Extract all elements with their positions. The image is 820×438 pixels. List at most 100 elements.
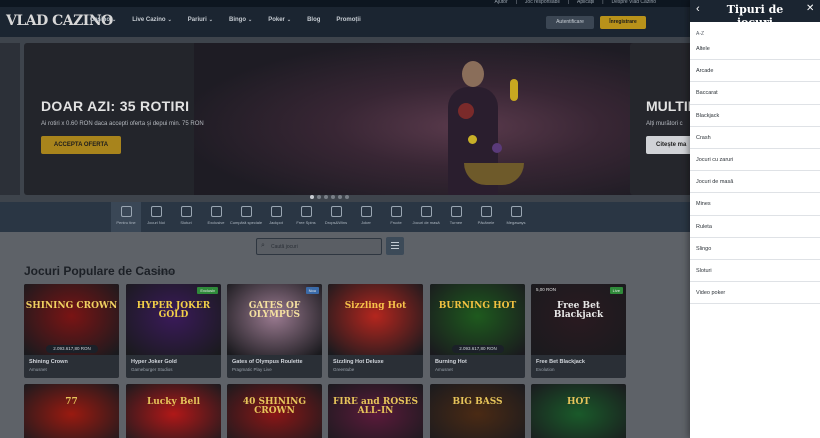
- game-card[interactable]: Lucky Bell: [126, 384, 221, 438]
- game-card[interactable]: BURNING HOT 2.093.617,80 RON Burning Hot Am…: [430, 284, 525, 378]
- game-card[interactable]: 40 SHINING CROWN: [227, 384, 322, 438]
- game-type-item[interactable]: Arcade: [690, 60, 820, 83]
- carousel-dot[interactable]: [317, 195, 321, 199]
- read-more-button[interactable]: Citește ma: [646, 136, 690, 154]
- game-type-item[interactable]: Ruleta: [690, 216, 820, 238]
- filter-button[interactable]: [386, 237, 404, 255]
- nav-item-casino[interactable]: Casino ⌄: [90, 17, 116, 23]
- nav-item-blog[interactable]: Blog: [307, 17, 320, 23]
- game-art-title: SHINING CROWN: [25, 301, 118, 311]
- next-banner[interactable]: MULTIPLE Alți murători c Citește ma: [630, 43, 690, 195]
- game-name: Gates of Olympus Roulette: [232, 359, 303, 365]
- chevron-down-icon: ⌄: [208, 17, 213, 23]
- game-card[interactable]: Sizzling Hot Sizzling Hot Deluxe Greentube: [328, 284, 423, 378]
- register-button[interactable]: Înregistrare: [600, 16, 646, 29]
- game-provider: Greentube: [333, 367, 355, 372]
- game-type-item[interactable]: Baccarat: [690, 82, 820, 105]
- category-label: Free Spins: [296, 220, 316, 225]
- utility-link[interactable]: Aplicații: [577, 0, 594, 5]
- game-card[interactable]: BIG BASS: [430, 384, 525, 438]
- drops-icon: [330, 206, 342, 217]
- category-label: Sloturi: [180, 220, 192, 225]
- carousel-dot[interactable]: [324, 195, 328, 199]
- category-exclusive[interactable]: Exclusive: [201, 202, 231, 232]
- category-turnee[interactable]: Turnee: [441, 202, 471, 232]
- game-type-item[interactable]: Mines: [690, 193, 820, 216]
- nav-item-poker[interactable]: Poker ⌄: [268, 17, 291, 23]
- close-icon[interactable]: ✕: [806, 3, 814, 14]
- carousel-dot[interactable]: [331, 195, 335, 199]
- game-provider: Gameburger Studios: [131, 367, 173, 372]
- game-type-item[interactable]: Video poker: [690, 282, 820, 305]
- game-type-item[interactable]: Slingo: [690, 238, 820, 260]
- joker-icon: [360, 206, 372, 217]
- main-nav: Casino ⌄ Live Cazino ⌄ Pariuri ⌄ Bingo ⌄ Poker ⌄ B…: [90, 17, 361, 23]
- game-card[interactable]: GATES OF OLYMPUS Nou Gates of Olympus Roul…: [227, 284, 322, 378]
- category-fructe[interactable]: Fructe: [381, 202, 411, 232]
- category-pentru-tine[interactable]: Pentru tine: [111, 202, 141, 232]
- nav-item-bingo[interactable]: Bingo ⌄: [229, 17, 252, 23]
- game-type-item[interactable]: Crash: [690, 127, 820, 149]
- accept-offer-button[interactable]: ACCEPTA OFERTA: [41, 136, 121, 154]
- game-type-item[interactable]: Altele: [690, 38, 820, 61]
- category-jocuri-de-mas-[interactable]: Jocuri de masă: [411, 202, 441, 232]
- category-drops-wins[interactable]: Drops&Wins: [321, 202, 351, 232]
- utility-link[interactable]: Ajutor: [495, 0, 508, 5]
- nav-label: Bingo: [228, 17, 246, 23]
- category-jackpot[interactable]: Jackpot: [261, 202, 291, 232]
- game-card[interactable]: HYPER JOKER GOLD Exclusiv Hyper Joker Gold…: [126, 284, 221, 378]
- nav-label: Poker: [268, 17, 285, 23]
- game-card[interactable]: SHINING CROWN 2.093.617,80 RON Shining Cro…: [24, 284, 119, 378]
- login-button[interactable]: Autentificare: [546, 16, 594, 29]
- previous-banner[interactable]: [0, 43, 20, 195]
- watermelon-icon: [458, 103, 474, 119]
- game-art-title: Sizzling Hot: [344, 301, 407, 311]
- nav-item-promoții[interactable]: Promoții: [336, 17, 360, 23]
- category-label: Turnee: [449, 220, 463, 225]
- carousel-dot[interactable]: [338, 195, 342, 199]
- nav-label: Blog: [307, 17, 321, 23]
- category-p-c-nele[interactable]: Păcănele: [471, 202, 501, 232]
- star-icon: [120, 206, 132, 217]
- chevron-down-icon: ⌄: [247, 17, 253, 23]
- promo-banner[interactable]: DOAR AZI: 35 ROTIRI Ai rotiri x 0.60 RON…: [24, 43, 650, 195]
- game-type-item[interactable]: Jocuri de masă: [690, 171, 820, 194]
- nav-item-pariuri[interactable]: Pariuri ⌄: [188, 17, 213, 23]
- back-arrow-icon[interactable]: ‹: [696, 3, 700, 15]
- game-card[interactable]: 77: [24, 384, 119, 438]
- carousel-dot[interactable]: [310, 195, 314, 199]
- search-box[interactable]: ⌕: [256, 238, 382, 255]
- game-art-title: 40 SHINING CROWN: [242, 397, 307, 417]
- category-cump-r-speciale[interactable]: Cumpără speciale: [230, 202, 262, 232]
- game-badge: Live: [609, 287, 623, 294]
- panel-title: Tipuri de jocuri: [726, 3, 784, 29]
- game-art-title: BIG BASS: [452, 397, 503, 407]
- game-thumbnail: SHINING CROWN 2.093.617,80 RON: [24, 284, 119, 355]
- utility-link[interactable]: Despre Vlad Cazino: [612, 0, 656, 5]
- nav-label: Live Cazino: [132, 17, 166, 23]
- category-label: Joker: [361, 220, 371, 225]
- diamond-icon: [210, 206, 222, 217]
- game-type-item[interactable]: Sloturi: [690, 260, 820, 283]
- category-list: Pentru tine Jocuri Noi Sloturi Exclusive Cum…: [111, 202, 531, 232]
- game-type-item[interactable]: Blackjack: [690, 105, 820, 127]
- game-card[interactable]: FIRE and ROSES ALL-IN: [328, 384, 423, 438]
- game-provider: Amusnet: [29, 367, 47, 372]
- utility-link[interactable]: Joc responsabil: [525, 0, 560, 5]
- category-jocuri-noi[interactable]: Jocuri Noi: [141, 202, 171, 232]
- game-provider: Evolution: [536, 367, 555, 372]
- next-banner-subtitle: Alți murători c: [646, 121, 683, 127]
- game-card[interactable]: HOT: [531, 384, 626, 438]
- category-free-spins[interactable]: Free Spins: [291, 202, 321, 232]
- carousel-dot[interactable]: [345, 195, 349, 199]
- banner-title: DOAR AZI: 35 ROTIRI: [41, 98, 190, 114]
- game-card[interactable]: Free Bet Blackjack 5,00 RON Live Free Bet B…: [531, 284, 626, 378]
- utility-separator: |: [602, 0, 604, 5]
- category-sloturi[interactable]: Sloturi: [171, 202, 201, 232]
- category-label: Exclusive: [207, 220, 225, 225]
- search-input[interactable]: [271, 241, 379, 253]
- nav-item-live-cazino[interactable]: Live Cazino ⌄: [132, 17, 172, 23]
- category-megaways[interactable]: Megaways: [501, 202, 531, 232]
- category-joker[interactable]: Joker: [351, 202, 381, 232]
- game-type-item[interactable]: Jocuri cu zaruri: [690, 149, 820, 172]
